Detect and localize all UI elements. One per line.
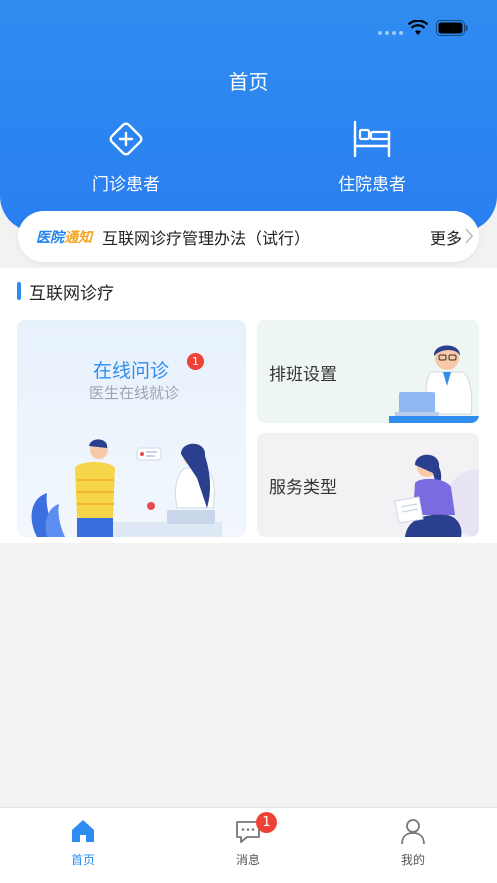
- messages-badge: 1: [256, 812, 277, 833]
- doctor-patient-illustration: [31, 439, 222, 537]
- home-icon: [72, 820, 94, 842]
- online-consultation-badge: 1: [187, 353, 204, 370]
- tab-messages[interactable]: 1 消息: [203, 812, 293, 868]
- internet-clinic-section: 互联网诊疗 在线问诊 1 医生在线就诊 排班设置 服务类型: [0, 268, 497, 543]
- notice-text[interactable]: 互联网诊疗管理办法（试行）: [102, 225, 310, 249]
- inpatient-label: 住院患者: [338, 175, 406, 195]
- tab-home-label: 首页: [70, 853, 95, 867]
- signal-icon: [378, 31, 403, 35]
- section-title-marker: [17, 282, 21, 300]
- notice-bar[interactable]: 医院通知 互联网诊疗管理办法（试行） 更多: [18, 211, 479, 262]
- page-title: 首页: [228, 70, 269, 94]
- service-type-card[interactable]: 服务类型: [257, 433, 479, 537]
- schedule-settings-label: 排班设置: [269, 365, 337, 385]
- bottom-tab-bar: 首页 1 消息 我的: [0, 807, 497, 883]
- tab-home[interactable]: 首页: [38, 816, 128, 868]
- outpatient-label: 门诊患者: [92, 175, 160, 195]
- doctor-laptop-illustration: [389, 345, 479, 423]
- chevron-right-icon[interactable]: [464, 228, 474, 244]
- hospital-bed-icon: [353, 120, 391, 158]
- plus-diamond-icon: [109, 122, 143, 156]
- notice-tag: 医院通知: [36, 227, 92, 247]
- user-icon: [401, 819, 425, 845]
- online-consultation-title: 在线问诊: [93, 360, 170, 382]
- notice-more-link[interactable]: 更多: [430, 225, 462, 249]
- tab-messages-label: 消息: [235, 853, 260, 867]
- section-title: 互联网诊疗: [29, 284, 114, 304]
- battery-icon: [436, 20, 468, 36]
- notice-tag-part1: 医院: [36, 230, 64, 246]
- online-consultation-card[interactable]: 在线问诊 1 医生在线就诊: [17, 320, 246, 537]
- status-bar: [0, 0, 497, 60]
- notice-tag-part2: 通知: [64, 230, 92, 246]
- outpatient-entry[interactable]: 门诊患者: [46, 118, 206, 195]
- schedule-settings-card[interactable]: 排班设置: [257, 320, 479, 423]
- woman-reading-illustration: [394, 454, 479, 537]
- wifi-icon: [408, 20, 428, 35]
- inpatient-entry[interactable]: 住院患者: [292, 118, 452, 195]
- online-consultation-subtitle: 医生在线就诊: [89, 384, 180, 402]
- tab-profile-label: 我的: [400, 853, 425, 867]
- service-type-label: 服务类型: [269, 478, 337, 498]
- tab-profile[interactable]: 我的: [368, 816, 458, 868]
